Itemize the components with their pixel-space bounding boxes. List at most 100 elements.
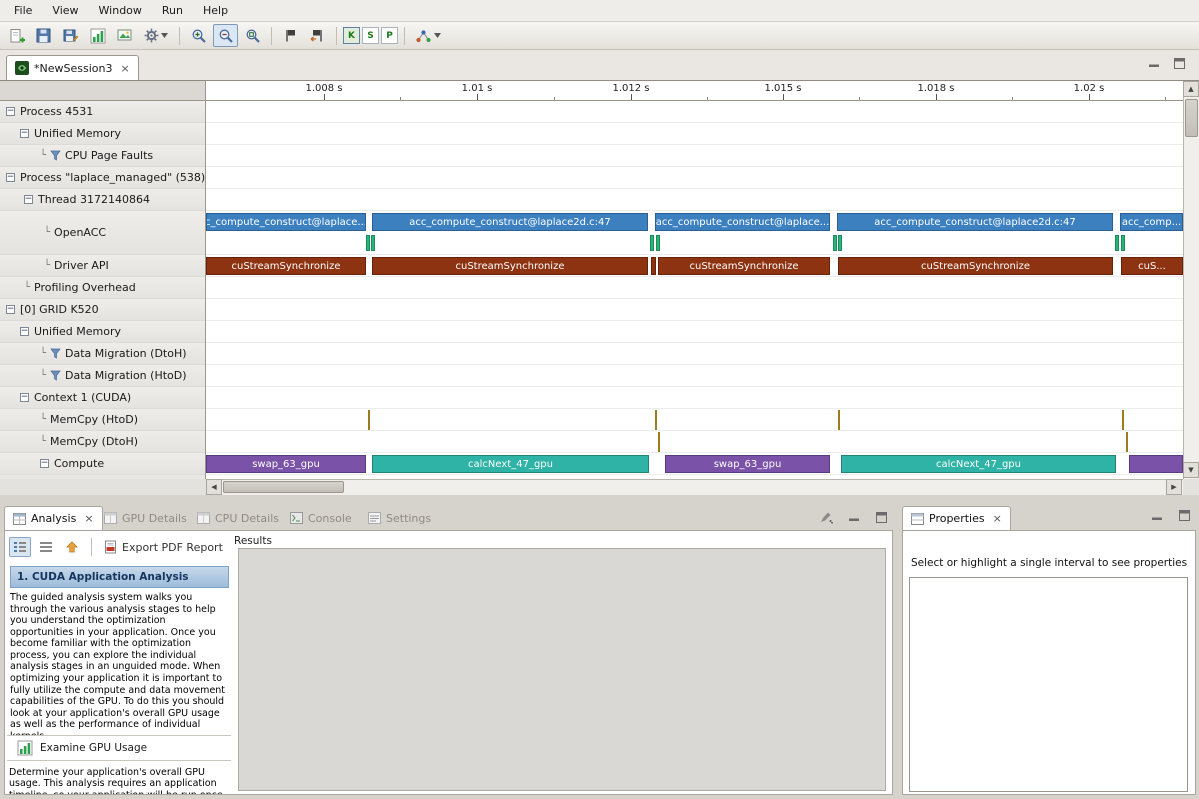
view-menu-icon[interactable]	[818, 510, 833, 524]
tab-gpu-details[interactable]: GPU Details	[96, 506, 195, 530]
memcpy-dtoh-interval[interactable]	[658, 432, 660, 452]
collapse-icon[interactable]	[20, 129, 29, 138]
openacc-marker[interactable]	[833, 235, 837, 251]
tab-settings[interactable]: Settings	[360, 506, 439, 530]
menu-window[interactable]: Window	[89, 1, 152, 20]
timeline-chart-button[interactable]	[85, 24, 110, 47]
tab-console[interactable]: Console	[282, 506, 360, 530]
openacc-marker[interactable]	[650, 235, 654, 251]
collapse-icon[interactable]	[6, 173, 15, 182]
driver-api-interval[interactable]: cuStreamSynchronize	[206, 257, 366, 275]
tree-row-data-migration-htod[interactable]: Data Migration (HtoD)	[0, 365, 205, 387]
menu-run[interactable]: Run	[152, 1, 193, 20]
settings-menu-button[interactable]	[139, 24, 173, 47]
horizontal-scrollbar[interactable]: ◀ ▶	[206, 479, 1183, 495]
tab-cpu-details[interactable]: CPU Details	[189, 506, 287, 530]
minimize-icon[interactable]	[849, 512, 860, 522]
tree-row-unified-memory-gpu[interactable]: Unified Memory	[0, 321, 205, 343]
filter-funnel-icon[interactable]	[50, 348, 61, 359]
time-ruler[interactable]: 1.008 s 1.01 s 1.012 s 1.015 s 1.018 s 1…	[206, 81, 1183, 101]
tree-row-memcpy-htod[interactable]: MemCpy (HtoD)	[0, 409, 205, 431]
tree-row-grid-k520[interactable]: [0] GRID K520	[0, 299, 205, 321]
tree-row-context-cuda[interactable]: Context 1 (CUDA)	[0, 387, 205, 409]
scroll-left-icon[interactable]: ◀	[206, 479, 222, 495]
vertical-scroll-thumb[interactable]	[1185, 99, 1198, 137]
memcpy-htod-interval[interactable]	[1122, 410, 1124, 430]
openacc-marker[interactable]	[838, 235, 842, 251]
prev-marker-button[interactable]	[305, 24, 330, 47]
collapse-icon[interactable]	[20, 393, 29, 402]
export-pdf-button[interactable]: Export PDF Report	[100, 538, 227, 556]
scroll-right-icon[interactable]: ▶	[1166, 479, 1182, 495]
tree-row-data-migration-dtoh[interactable]: Data Migration (DtoH)	[0, 343, 205, 365]
save-as-button[interactable]	[58, 24, 83, 47]
tree-row-openacc[interactable]: OpenACC	[0, 211, 205, 255]
collapse-icon[interactable]	[24, 195, 33, 204]
collapse-icon[interactable]	[6, 305, 15, 314]
guided-analysis-button[interactable]	[9, 537, 31, 557]
tree-row-driver-api[interactable]: Driver API	[0, 255, 205, 277]
tree-row-compute[interactable]: Compute	[0, 453, 205, 475]
tree-row-thread[interactable]: Thread 3172140864	[0, 189, 205, 211]
minimize-icon[interactable]	[1152, 511, 1163, 521]
tree-row-memcpy-dtoh[interactable]: MemCpy (DtoH)	[0, 431, 205, 453]
openacc-marker[interactable]	[1115, 235, 1119, 251]
timeline-canvas[interactable]: c_compute_construct@laplace... acc_compu…	[206, 101, 1183, 479]
collapse-icon[interactable]	[20, 327, 29, 336]
driver-api-interval-small[interactable]	[651, 257, 656, 275]
openacc-interval[interactable]: acc_compute_construct@laplace...	[655, 213, 830, 231]
compute-kernel-interval[interactable]	[1129, 455, 1183, 473]
scroll-down-icon[interactable]: ▼	[1183, 462, 1199, 478]
tree-row-process-4531[interactable]: Process 4531	[0, 101, 205, 123]
zoom-out-button[interactable]	[213, 24, 238, 47]
session-tab[interactable]: *NewSession3 ×	[6, 55, 139, 80]
maximize-icon[interactable]	[876, 512, 887, 523]
maximize-icon[interactable]	[1179, 510, 1190, 521]
unguided-analysis-button[interactable]	[35, 537, 57, 557]
driver-api-interval[interactable]: cuS...	[1121, 257, 1183, 275]
driver-api-interval[interactable]: cuStreamSynchronize	[838, 257, 1113, 275]
openacc-marker[interactable]	[371, 235, 375, 251]
close-tab-icon[interactable]: ×	[120, 62, 129, 75]
openacc-marker[interactable]	[656, 235, 660, 251]
filter-funnel-icon[interactable]	[50, 370, 61, 381]
next-marker-button[interactable]	[278, 24, 303, 47]
openacc-interval[interactable]: c_compute_construct@laplace...	[206, 213, 366, 231]
vertical-scrollbar[interactable]: ▲ ▼	[1183, 81, 1199, 479]
compute-kernel-interval[interactable]: calcNext_47_gpu	[372, 455, 649, 473]
save-session-button[interactable]	[31, 24, 56, 47]
openacc-marker[interactable]	[1121, 235, 1125, 251]
tree-row-process-laplace[interactable]: Process "laplace_managed" (538)	[0, 167, 205, 189]
tab-analysis[interactable]: Analysis ×	[4, 506, 103, 530]
tree-row-cpu-page-faults[interactable]: CPU Page Faults	[0, 145, 205, 167]
openacc-marker[interactable]	[366, 235, 370, 251]
collapse-icon[interactable]	[40, 459, 49, 468]
new-session-button[interactable]	[4, 24, 29, 47]
memcpy-dtoh-interval[interactable]	[1126, 432, 1128, 452]
horizontal-scroll-thumb[interactable]	[223, 481, 344, 493]
stream-filter-toggle[interactable]: S	[362, 27, 379, 44]
compute-kernel-interval[interactable]: swap_63_gpu	[206, 455, 366, 473]
zoom-fit-button[interactable]	[240, 24, 265, 47]
scroll-up-icon[interactable]: ▲	[1183, 81, 1199, 97]
memcpy-htod-interval[interactable]	[368, 410, 370, 430]
filter-funnel-icon[interactable]	[50, 150, 61, 161]
collapse-icon[interactable]	[6, 107, 15, 116]
tree-row-unified-memory[interactable]: Unified Memory	[0, 123, 205, 145]
menu-help[interactable]: Help	[193, 1, 238, 20]
menu-file[interactable]: File	[4, 1, 42, 20]
close-tab-icon[interactable]: ×	[84, 512, 93, 525]
menu-view[interactable]: View	[42, 1, 88, 20]
tab-properties[interactable]: Properties ×	[902, 506, 1011, 530]
compute-kernel-interval[interactable]: calcNext_47_gpu	[841, 455, 1116, 473]
memcpy-htod-interval[interactable]	[838, 410, 840, 430]
maximize-icon[interactable]	[1174, 58, 1185, 69]
kernel-filter-toggle[interactable]: K	[343, 27, 360, 44]
compute-kernel-interval[interactable]: swap_63_gpu	[665, 455, 830, 473]
driver-api-interval[interactable]: cuStreamSynchronize	[658, 257, 830, 275]
driver-api-interval[interactable]: cuStreamSynchronize	[372, 257, 648, 275]
openacc-interval[interactable]: acc_compute_construct@laplace2d.c:47	[372, 213, 648, 231]
minimize-icon[interactable]	[1149, 58, 1160, 68]
back-to-top-button[interactable]	[61, 537, 83, 557]
analysis-menu-button[interactable]	[411, 24, 445, 47]
